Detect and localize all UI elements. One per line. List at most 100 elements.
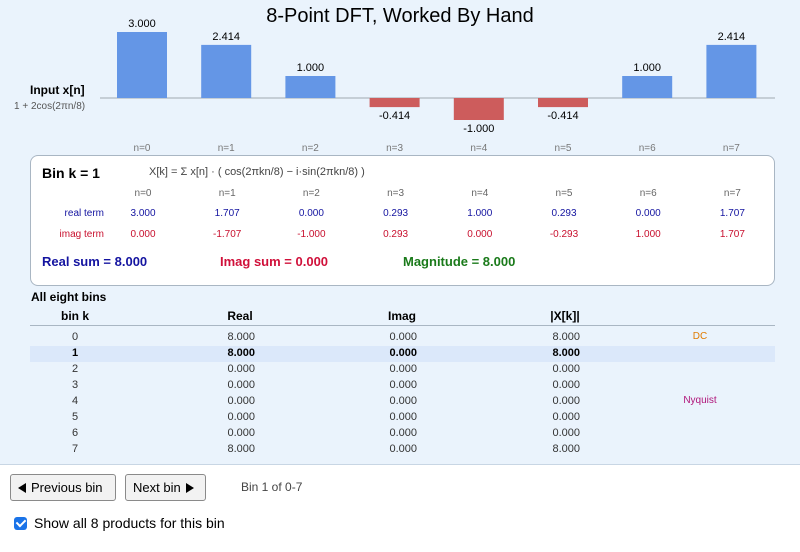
- bin-title: Bin k = 1: [42, 165, 100, 181]
- cell-magnitude: 0.000: [552, 427, 580, 439]
- table-row[interactable]: 5 0.000 0.000 0.000: [30, 410, 775, 426]
- imag-term-value: -0.293: [549, 229, 579, 240]
- cell-bin-k: 1: [71, 347, 79, 359]
- x-tick-label: n=5: [555, 143, 572, 154]
- bar-value-label: 1.000: [297, 62, 325, 74]
- imag-term-value: 0.000: [130, 229, 156, 240]
- cell-imag: 0.000: [389, 395, 417, 407]
- cell-magnitude: 8.000: [552, 443, 580, 455]
- header-imag: Imag: [387, 309, 416, 323]
- x-tick-label: n=1: [218, 143, 235, 154]
- show-all-products-label: Show all 8 products for this bin: [34, 515, 225, 531]
- arrow-left-icon: [18, 482, 26, 493]
- real-term-value: 1.707: [214, 208, 240, 219]
- all-bins-title: All eight bins: [31, 290, 107, 304]
- product-column-header: n=0: [134, 188, 152, 199]
- bar-n=0: [117, 32, 167, 98]
- real-term-row: real term 3.000 1.707 0.000 0.293 1.000 0.293…: [31, 208, 776, 222]
- bar-value-label: -0.414: [547, 110, 578, 122]
- bar-n=7: [706, 44, 757, 98]
- real-term-value: 0.000: [298, 208, 324, 219]
- cell-magnitude: 8.000: [552, 331, 580, 343]
- product-column-header: n=1: [218, 188, 236, 199]
- cell-real: 8.000: [227, 443, 255, 455]
- next-bin-button[interactable]: Next bin: [125, 474, 206, 501]
- cell-magnitude: 0.000: [552, 411, 580, 423]
- cell-note: DC: [692, 331, 708, 342]
- cell-bin-k: 0: [71, 331, 79, 343]
- real-term-value: 0.293: [551, 208, 577, 219]
- cell-bin-k: 6: [71, 427, 79, 439]
- cell-magnitude: 0.000: [552, 363, 580, 375]
- bar-n=3: [369, 98, 420, 108]
- real-term-value: 0.293: [383, 208, 409, 219]
- cell-bin-k: 5: [71, 411, 79, 423]
- table-row[interactable]: 7 8.000 0.000 8.000: [30, 442, 775, 458]
- imag-term-value: 1.707: [719, 229, 745, 240]
- imag-sum: Imag sum = 0.000: [220, 254, 329, 269]
- header-real: Real: [227, 309, 253, 323]
- cell-imag: 0.000: [389, 331, 417, 343]
- bar-value-label: -1.000: [463, 123, 494, 135]
- header-magnitude: |X[k]|: [550, 309, 580, 323]
- arrow-right-icon: [185, 482, 194, 493]
- table-row[interactable]: 4 0.000 0.000 0.000 Nyquist: [30, 394, 775, 410]
- real-term-label: real term: [64, 208, 104, 219]
- cell-bin-k: 3: [71, 379, 79, 391]
- product-column-header: n=7: [723, 188, 741, 199]
- checkbox-checked-icon[interactable]: [14, 516, 27, 530]
- x-tick-label: n=4: [470, 143, 487, 154]
- imag-term-row: imag term 0.000 -1.707 -1.000 0.293 0.000 -0.…: [31, 229, 776, 243]
- signal-label: Input x[n]: [30, 83, 85, 97]
- bins-table-body: 0 8.000 0.000 8.000 DC 1 8.000 0.000 8.000 2 0.000…: [30, 326, 775, 458]
- cell-real: 8.000: [227, 347, 255, 359]
- x-tick-label: n=3: [386, 143, 403, 154]
- cell-magnitude: 8.000: [552, 347, 580, 359]
- signal-formula: 1 + 2cos(2πn/8): [14, 101, 86, 112]
- real-term-value: 3.000: [130, 208, 156, 219]
- cell-bin-k: 2: [71, 363, 79, 375]
- table-row[interactable]: 1 8.000 0.000 8.000: [30, 346, 775, 362]
- header-bin-k: bin k: [60, 309, 89, 323]
- x-tick-label: n=7: [723, 143, 740, 154]
- cell-real: 0.000: [227, 363, 255, 375]
- dft-formula: X[k] = Σ x[n] · ( cos(2πkn/8) − i·sin(2π…: [149, 166, 365, 178]
- bar-value-label: -0.414: [379, 110, 410, 122]
- product-column-header: n=4: [471, 188, 489, 199]
- show-all-products-toggle[interactable]: Show all 8 products for this bin: [14, 515, 225, 531]
- cell-bin-k: 4: [71, 395, 79, 407]
- bar-n=5: [538, 98, 588, 108]
- table-row[interactable]: 3 0.000 0.000 0.000: [30, 378, 775, 394]
- imag-term-value: 0.000: [467, 229, 493, 240]
- cell-real: 0.000: [227, 395, 255, 407]
- table-row[interactable]: 0 8.000 0.000 8.000 DC: [30, 330, 775, 346]
- imag-term-value: 0.293: [383, 229, 409, 240]
- cell-magnitude: 0.000: [552, 379, 580, 391]
- bar-value-label: 3.000: [128, 18, 156, 30]
- cell-real: 0.000: [227, 379, 255, 391]
- cell-magnitude: 0.000: [552, 395, 580, 407]
- product-column-header: n=5: [555, 188, 573, 199]
- cell-imag: 0.000: [389, 379, 417, 391]
- bar-value-label: 1.000: [633, 62, 661, 74]
- bin-status: Bin 1 of 0-7: [241, 480, 303, 494]
- real-term-value: 1.707: [719, 208, 745, 219]
- bar-n=4: [453, 98, 504, 120]
- cell-note: Nyquist: [683, 395, 717, 406]
- x-tick-label: n=6: [639, 143, 656, 154]
- cell-real: 0.000: [227, 427, 255, 439]
- x-tick-label: n=0: [134, 143, 151, 154]
- bar-n=1: [201, 44, 252, 98]
- real-term-value: 0.000: [635, 208, 661, 219]
- product-column-header: n=2: [302, 188, 320, 199]
- previous-bin-button[interactable]: Previous bin: [10, 474, 116, 501]
- table-row[interactable]: 6 0.000 0.000 0.000: [30, 426, 775, 442]
- real-sum: Real sum = 8.000: [42, 254, 148, 269]
- real-term-value: 1.000: [467, 208, 493, 219]
- product-column-header: n=6: [639, 188, 657, 199]
- cell-real: 0.000: [227, 411, 255, 423]
- x-tick-label: n=2: [302, 143, 319, 154]
- imag-term-value: -1.707: [213, 229, 242, 240]
- table-row[interactable]: 2 0.000 0.000 0.000: [30, 362, 775, 378]
- product-column-headers: n=0 n=1 n=2 n=3 n=4 n=5 n=6 n=7: [31, 188, 776, 202]
